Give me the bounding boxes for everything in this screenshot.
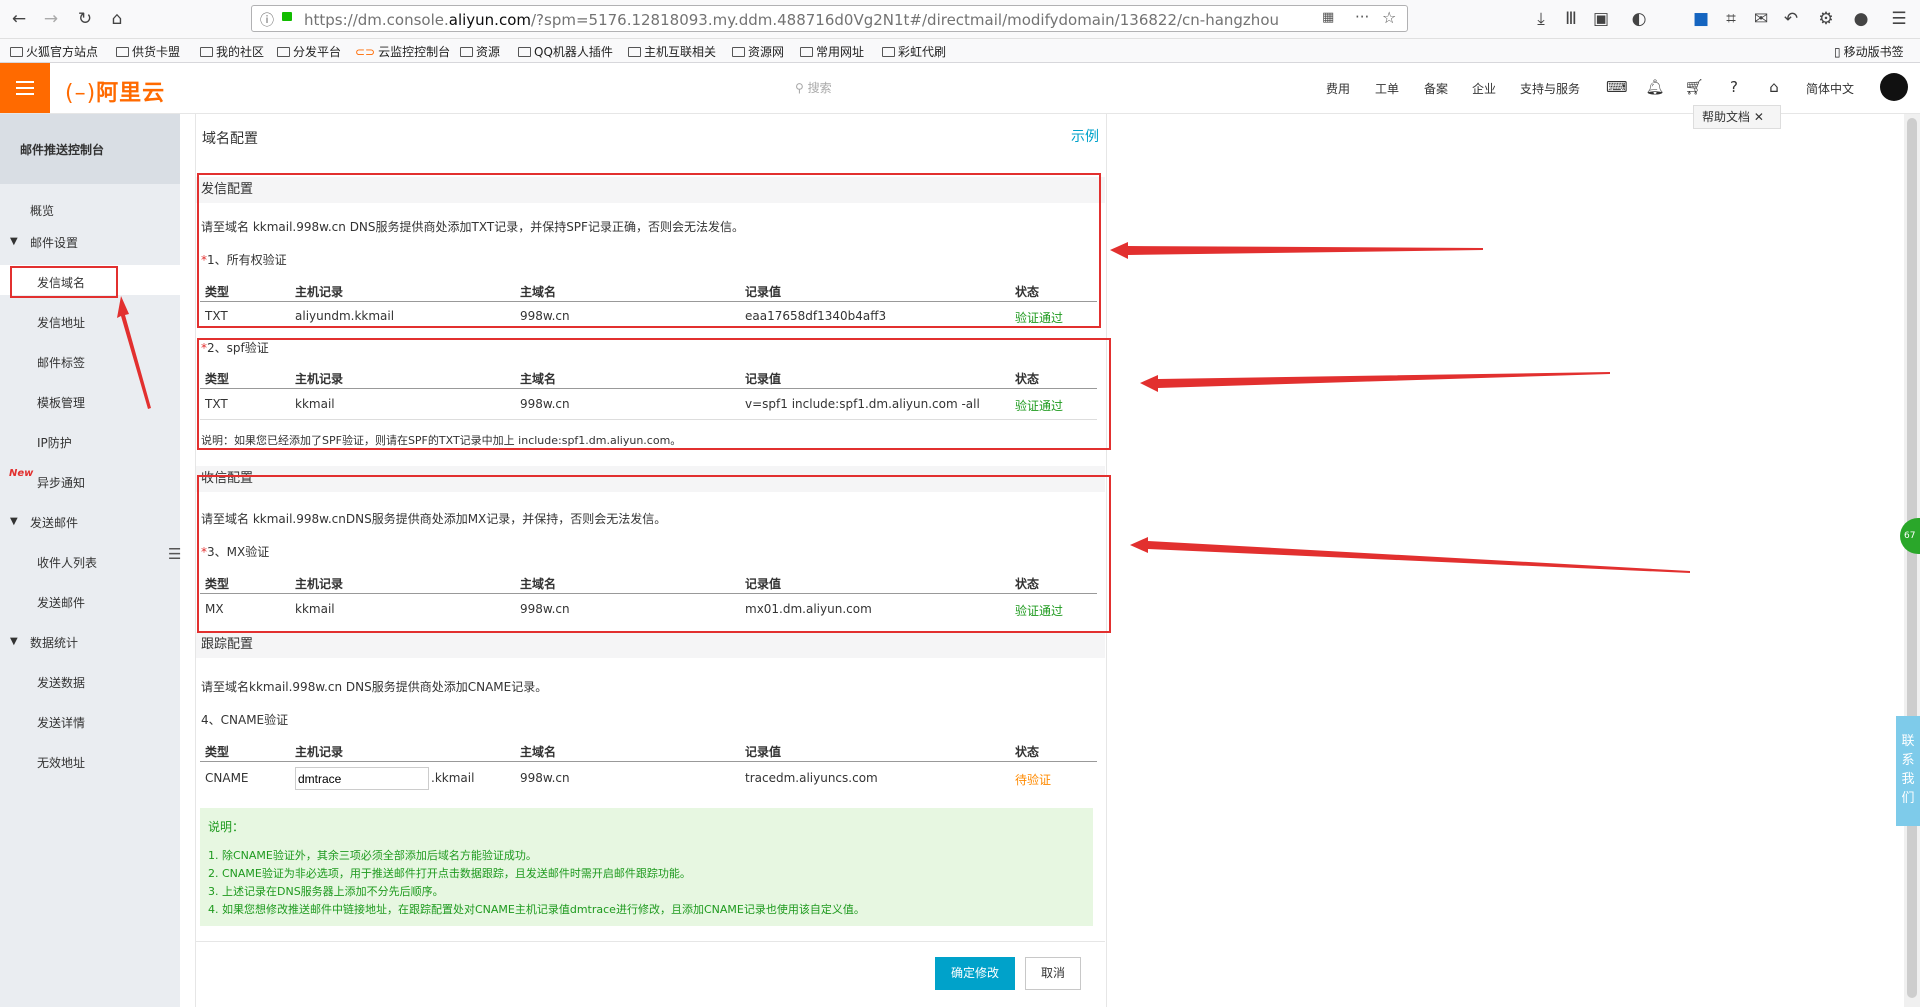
chat-icon xyxy=(1896,716,1920,730)
contact-char: 系 xyxy=(1901,753,1915,768)
scrollbar-thumb[interactable] xyxy=(1907,118,1917,998)
annotation-arrow xyxy=(1140,372,1610,392)
contact-char: 我 xyxy=(1901,772,1915,787)
annotation-arrow xyxy=(1130,537,1690,573)
annotation-arrow xyxy=(117,296,151,409)
scrollbar[interactable] xyxy=(1904,114,1920,1007)
annotation-arrow xyxy=(1110,242,1483,259)
contact-char: 联 xyxy=(1901,734,1915,749)
contact-char: 们 xyxy=(1901,791,1915,806)
annotation-arrows xyxy=(117,242,1690,573)
contact-us-button[interactable]: 联 系 我 们 xyxy=(1896,716,1920,826)
